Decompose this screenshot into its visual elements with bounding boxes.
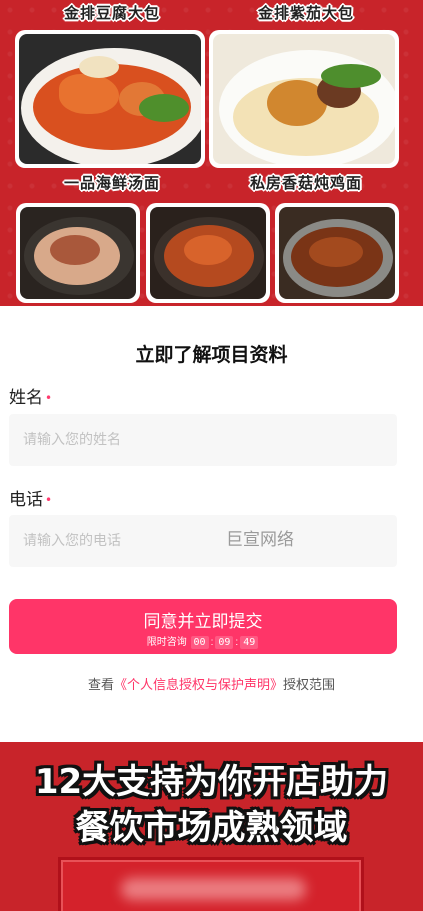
braised-duck-image <box>275 203 399 303</box>
countdown-minutes: 09 <box>215 636 234 649</box>
countdown-seconds: 49 <box>240 636 259 649</box>
consent-suffix: 授权范围 <box>283 678 336 693</box>
privacy-statement-link[interactable]: 《个人信息授权与保护声明》 <box>114 678 283 693</box>
seafood-noodle-image <box>15 30 205 168</box>
blurred-banner-box <box>58 857 364 911</box>
support-headline-2: 餐饮市场成熟领域 <box>75 808 348 848</box>
chicken-feet-image <box>146 203 270 303</box>
name-label: 姓名 • <box>9 383 52 408</box>
submit-button[interactable]: 同意并立即提交 限时咨询 00:09:49 <box>9 599 397 654</box>
chicken-noodle-image <box>209 30 399 168</box>
support-banner: 12大支持为你开店助力 餐饮市场成熟领域 <box>0 742 423 911</box>
required-mark: • <box>45 493 53 507</box>
dish-title-tofu-bun: 金排豆腐大包 <box>64 4 161 22</box>
form-title: 立即了解项目资料 <box>135 344 288 366</box>
phone-label-text: 电话 <box>9 490 43 510</box>
watermark-text: 巨宣网络 <box>226 530 294 550</box>
dish-title-seafood-noodle: 一品海鲜汤面 <box>64 174 161 192</box>
required-mark: • <box>45 391 53 405</box>
phone-label: 电话 • <box>9 485 52 510</box>
countdown-timer: 限时咨询 00:09:49 <box>9 633 397 649</box>
phone-input[interactable] <box>9 515 397 567</box>
blurred-text <box>121 878 306 900</box>
support-headline-1: 12大支持为你开店助力 <box>34 762 389 802</box>
consent-prefix: 查看 <box>87 678 114 693</box>
countdown-prefix: 限时咨询 <box>146 637 187 648</box>
name-input[interactable] <box>9 414 397 466</box>
dish-title-eggplant-bun: 金排紫茄大包 <box>258 4 355 22</box>
food-banner: 金排豆腐大包 金排紫茄大包 一品海鲜汤面 私房香菇炖鸡面 <box>0 0 423 306</box>
countdown-hours: 00 <box>190 636 209 649</box>
dish-title-mushroom-chicken-noodle: 私房香菇炖鸡面 <box>250 174 363 192</box>
name-label-text: 姓名 <box>9 388 43 408</box>
submit-label: 同意并立即提交 <box>143 612 263 631</box>
consent-notice: 查看《个人信息授权与保护声明》授权范围 <box>0 674 423 693</box>
braised-meat-image <box>16 203 140 303</box>
